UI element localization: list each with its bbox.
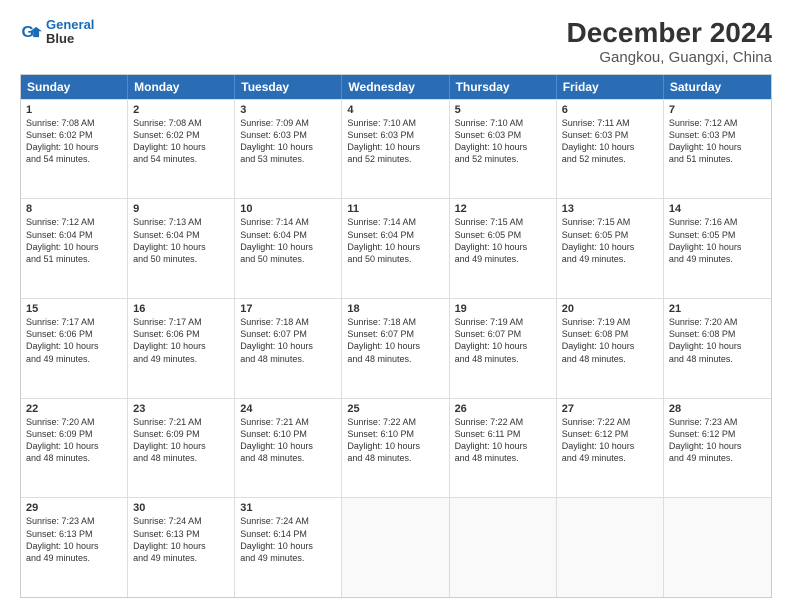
cell-dec19: 19 Sunrise: 7:19 AMSunset: 6:07 PMDaylig… bbox=[450, 299, 557, 398]
cell-dec27: 27 Sunrise: 7:22 AMSunset: 6:12 PMDaylig… bbox=[557, 399, 664, 498]
cell-dec14: 14 Sunrise: 7:16 AMSunset: 6:05 PMDaylig… bbox=[664, 199, 771, 298]
header: G General Blue December 2024 Gangkou, Gu… bbox=[20, 18, 772, 66]
cell-dec29: 29 Sunrise: 7:23 AMSunset: 6:13 PMDaylig… bbox=[21, 498, 128, 597]
cell-dec6: 6 Sunrise: 7:11 AMSunset: 6:03 PMDayligh… bbox=[557, 100, 664, 199]
logo: G General Blue bbox=[20, 18, 94, 47]
cell-dec28: 28 Sunrise: 7:23 AMSunset: 6:12 PMDaylig… bbox=[664, 399, 771, 498]
cell-dec26: 26 Sunrise: 7:22 AMSunset: 6:11 PMDaylig… bbox=[450, 399, 557, 498]
cell-dec12: 12 Sunrise: 7:15 AMSunset: 6:05 PMDaylig… bbox=[450, 199, 557, 298]
cell-dec8: 8 Sunrise: 7:12 AMSunset: 6:04 PMDayligh… bbox=[21, 199, 128, 298]
week-5: 29 Sunrise: 7:23 AMSunset: 6:13 PMDaylig… bbox=[21, 497, 771, 597]
week-3: 15 Sunrise: 7:17 AMSunset: 6:06 PMDaylig… bbox=[21, 298, 771, 398]
calendar-header: Sunday Monday Tuesday Wednesday Thursday… bbox=[21, 75, 771, 99]
week-4: 22 Sunrise: 7:20 AMSunset: 6:09 PMDaylig… bbox=[21, 398, 771, 498]
calendar: Sunday Monday Tuesday Wednesday Thursday… bbox=[20, 74, 772, 598]
logo-icon: G bbox=[20, 21, 42, 43]
cell-dec22: 22 Sunrise: 7:20 AMSunset: 6:09 PMDaylig… bbox=[21, 399, 128, 498]
page: G General Blue December 2024 Gangkou, Gu… bbox=[0, 0, 792, 612]
header-sunday: Sunday bbox=[21, 75, 128, 99]
logo-text: General Blue bbox=[46, 18, 94, 47]
cell-dec16: 16 Sunrise: 7:17 AMSunset: 6:06 PMDaylig… bbox=[128, 299, 235, 398]
header-tuesday: Tuesday bbox=[235, 75, 342, 99]
cell-dec18: 18 Sunrise: 7:18 AMSunset: 6:07 PMDaylig… bbox=[342, 299, 449, 398]
header-friday: Friday bbox=[557, 75, 664, 99]
cell-dec15: 15 Sunrise: 7:17 AMSunset: 6:06 PMDaylig… bbox=[21, 299, 128, 398]
cell-dec24: 24 Sunrise: 7:21 AMSunset: 6:10 PMDaylig… bbox=[235, 399, 342, 498]
cell-dec30: 30 Sunrise: 7:24 AMSunset: 6:13 PMDaylig… bbox=[128, 498, 235, 597]
cell-dec13: 13 Sunrise: 7:15 AMSunset: 6:05 PMDaylig… bbox=[557, 199, 664, 298]
svg-text:G: G bbox=[21, 23, 34, 41]
cell-dec9: 9 Sunrise: 7:13 AMSunset: 6:04 PMDayligh… bbox=[128, 199, 235, 298]
cell-dec1: 1 Sunrise: 7:08 AMSunset: 6:02 PMDayligh… bbox=[21, 100, 128, 199]
header-thursday: Thursday bbox=[450, 75, 557, 99]
cell-dec21: 21 Sunrise: 7:20 AMSunset: 6:08 PMDaylig… bbox=[664, 299, 771, 398]
cell-empty-1 bbox=[342, 498, 449, 597]
main-title: December 2024 bbox=[567, 18, 772, 49]
week-1: 1 Sunrise: 7:08 AMSunset: 6:02 PMDayligh… bbox=[21, 99, 771, 199]
header-wednesday: Wednesday bbox=[342, 75, 449, 99]
subtitle: Gangkou, Guangxi, China bbox=[567, 49, 772, 66]
cell-dec20: 20 Sunrise: 7:19 AMSunset: 6:08 PMDaylig… bbox=[557, 299, 664, 398]
cell-dec23: 23 Sunrise: 7:21 AMSunset: 6:09 PMDaylig… bbox=[128, 399, 235, 498]
cell-dec10: 10 Sunrise: 7:14 AMSunset: 6:04 PMDaylig… bbox=[235, 199, 342, 298]
title-block: December 2024 Gangkou, Guangxi, China bbox=[567, 18, 772, 66]
cell-dec5: 5 Sunrise: 7:10 AMSunset: 6:03 PMDayligh… bbox=[450, 100, 557, 199]
cell-dec11: 11 Sunrise: 7:14 AMSunset: 6:04 PMDaylig… bbox=[342, 199, 449, 298]
cell-empty-2 bbox=[450, 498, 557, 597]
cell-dec7: 7 Sunrise: 7:12 AMSunset: 6:03 PMDayligh… bbox=[664, 100, 771, 199]
logo-line2: Blue bbox=[46, 32, 94, 46]
week-2: 8 Sunrise: 7:12 AMSunset: 6:04 PMDayligh… bbox=[21, 198, 771, 298]
cell-dec3: 3 Sunrise: 7:09 AMSunset: 6:03 PMDayligh… bbox=[235, 100, 342, 199]
header-monday: Monday bbox=[128, 75, 235, 99]
calendar-body: 1 Sunrise: 7:08 AMSunset: 6:02 PMDayligh… bbox=[21, 99, 771, 597]
logo-line1: General bbox=[46, 18, 94, 32]
cell-dec31: 31 Sunrise: 7:24 AMSunset: 6:14 PMDaylig… bbox=[235, 498, 342, 597]
cell-empty-4 bbox=[664, 498, 771, 597]
cell-dec2: 2 Sunrise: 7:08 AMSunset: 6:02 PMDayligh… bbox=[128, 100, 235, 199]
cell-empty-3 bbox=[557, 498, 664, 597]
cell-dec4: 4 Sunrise: 7:10 AMSunset: 6:03 PMDayligh… bbox=[342, 100, 449, 199]
header-saturday: Saturday bbox=[664, 75, 771, 99]
cell-dec25: 25 Sunrise: 7:22 AMSunset: 6:10 PMDaylig… bbox=[342, 399, 449, 498]
cell-dec17: 17 Sunrise: 7:18 AMSunset: 6:07 PMDaylig… bbox=[235, 299, 342, 398]
